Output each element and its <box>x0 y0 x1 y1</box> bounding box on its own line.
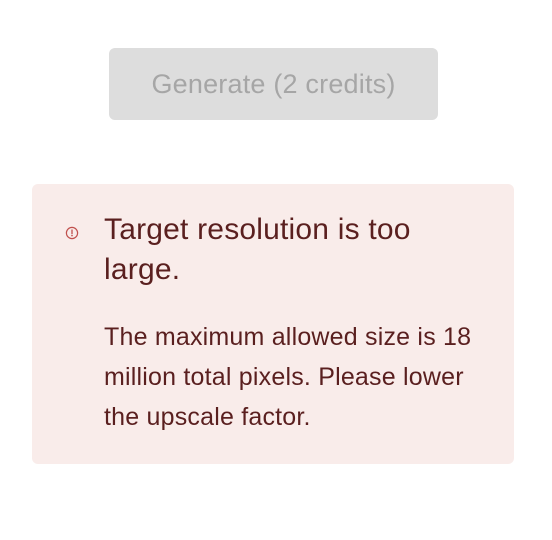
error-alert: Target resolution is too large. The maxi… <box>32 184 514 464</box>
alert-message: The maximum allowed size is 18 million t… <box>104 323 472 431</box>
alert-title: Target resolution is too large. <box>104 213 411 286</box>
generate-button[interactable]: Generate (2 credits) <box>109 48 438 120</box>
alert-circle-icon <box>65 226 79 240</box>
